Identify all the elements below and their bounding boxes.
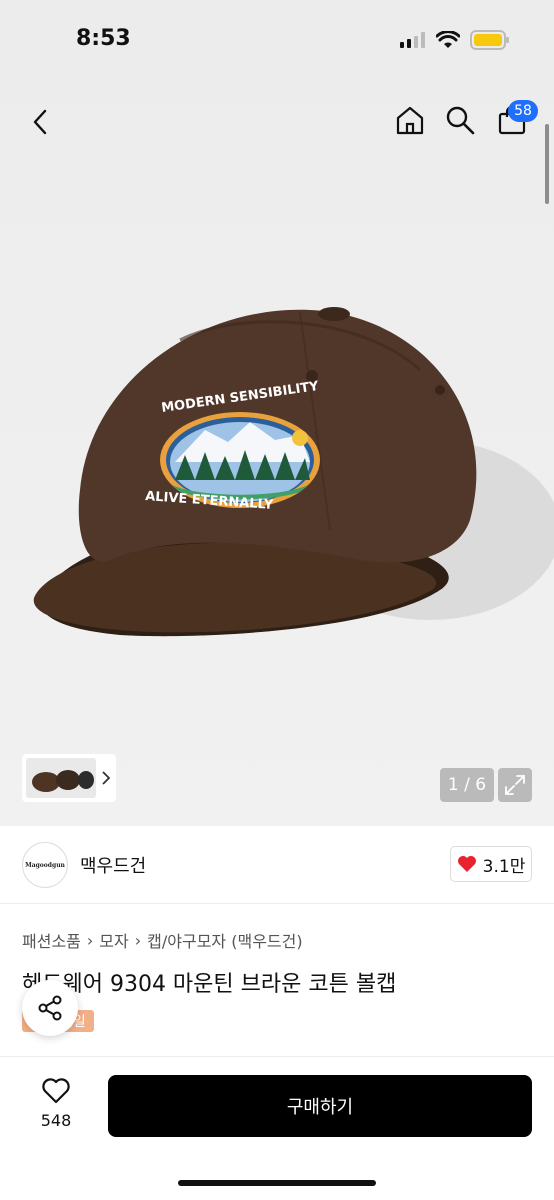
search-button[interactable] [442,102,478,138]
breadcrumb-item[interactable]: 캡/야구모자 (맥우드건) [147,928,302,952]
brand-like-button[interactable]: 3.1만 [450,846,532,882]
breadcrumb: 패션소품 › 모자 › 캡/야구모자 (맥우드건) [22,928,303,952]
expand-button[interactable] [498,768,532,802]
breadcrumb-item[interactable]: 모자 [99,928,128,952]
home-icon [396,106,424,135]
brand-row[interactable]: Magoodgun 맥우드건 3.1만 [0,826,554,904]
scroll-indicator[interactable] [545,124,549,204]
signal-icon [400,32,425,48]
expand-icon [505,775,525,795]
chevron-right-icon: › [86,930,94,950]
share-button[interactable] [22,980,78,1036]
breadcrumb-item[interactable]: 패션소품 [22,928,81,952]
search-icon [446,106,475,135]
image-page-counter: 1 / 6 [440,768,494,802]
back-icon [33,109,47,135]
wishlist-button[interactable]: 548 [26,1077,86,1137]
thumbnail-image[interactable] [26,758,96,798]
cart-badge: 58 [508,100,538,122]
top-navbar [0,96,554,144]
status-time: 8:53 [76,26,131,51]
product-hero: 8:53 58 MODERN SENSIBILITY ALIVE ETERNAL… [0,0,554,826]
thumbnail-strip[interactable] [22,754,116,802]
brand-like-count: 3.1만 [482,856,526,877]
product-image[interactable]: MODERN SENSIBILITY ALIVE ETERNALLY [0,230,554,670]
status-icons [400,30,510,50]
chevron-right-icon: › [134,930,142,950]
battery-icon [470,30,509,50]
status-bar: 8:53 [0,0,554,84]
buy-button[interactable]: 구매하기 [108,1075,532,1137]
wishlist-count: 548 [40,1111,72,1130]
back-button[interactable] [22,104,58,140]
heart-icon [457,856,476,872]
heart-outline-icon [42,1078,70,1104]
product-title: 헤드웨어 9304 마운틴 브라운 코튼 볼캡 [22,972,397,997]
thumbnail-next[interactable] [98,758,114,798]
thumbnail-cap-graphic [32,770,94,792]
wifi-icon [436,31,460,48]
brand-logo[interactable]: Magoodgun [22,842,68,888]
share-icon [38,995,62,1021]
home-indicator[interactable] [178,1180,376,1186]
chevron-right-icon [102,771,111,785]
home-button[interactable] [392,102,428,138]
bottom-action-bar: 548 구매하기 [0,1056,554,1200]
brand-name[interactable]: 맥우드건 [80,852,146,878]
